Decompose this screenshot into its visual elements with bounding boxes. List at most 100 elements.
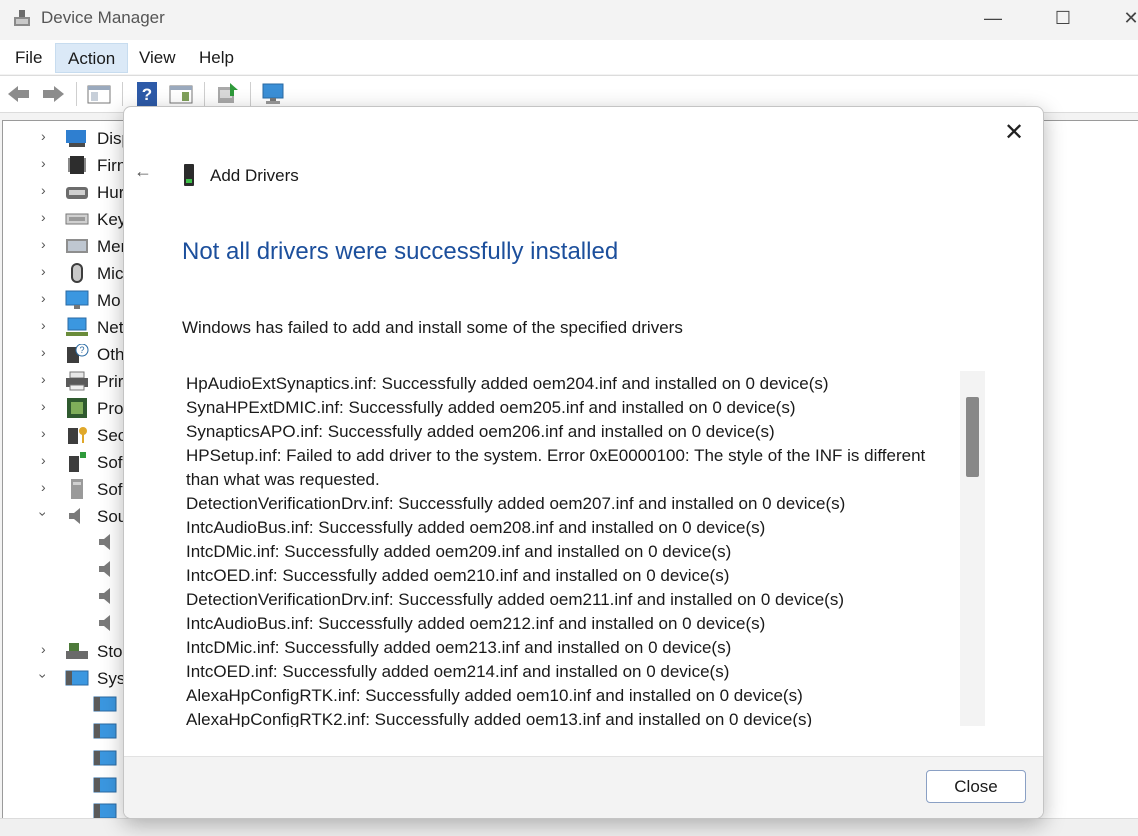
menu-bar: File Action View Help	[0, 40, 1138, 74]
monitor-icon	[65, 290, 89, 309]
tree-item-label: Key	[97, 210, 127, 229]
menu-view[interactable]: View	[132, 43, 183, 73]
maximize-button[interactable]: ☐	[1040, 2, 1086, 34]
log-line: IntcOED.inf: Successfully added oem214.i…	[186, 662, 730, 681]
chevron-right-icon[interactable]: ›	[41, 155, 46, 171]
svg-text:?: ?	[142, 85, 152, 104]
chevron-right-icon[interactable]: ›	[41, 371, 46, 387]
device-manager-icon	[14, 10, 30, 26]
chevron-right-icon[interactable]: ›	[41, 182, 46, 198]
minimize-button[interactable]: —	[970, 2, 1016, 34]
network-icon	[66, 317, 88, 336]
chevron-right-icon[interactable]: ›	[41, 398, 46, 414]
log-line: IntcAudioBus.inf: Successfully added oem…	[186, 614, 766, 633]
system-devices-icon	[65, 670, 89, 686]
speaker-icon[interactable]	[95, 532, 119, 552]
chevron-right-icon[interactable]: ›	[41, 425, 46, 441]
svg-text:?: ?	[79, 345, 84, 355]
chevron-right-icon[interactable]: ›	[41, 263, 46, 279]
add-drivers-dialog: ✕ ← Add Drivers Not all drivers were suc…	[123, 106, 1044, 819]
display-adapter-icon	[66, 130, 86, 147]
storage-icon	[66, 643, 88, 659]
system-device-icon[interactable]	[93, 775, 117, 795]
show-hide-console-tree-icon[interactable]	[86, 81, 112, 107]
hid-icon	[66, 187, 88, 199]
system-device-icon[interactable]	[93, 694, 117, 714]
chevron-right-icon[interactable]: ›	[41, 236, 46, 252]
speaker-icon[interactable]	[95, 586, 119, 606]
log-line: SynapticsAPO.inf: Successfully added oem…	[186, 422, 775, 441]
tree-item-label: Firn	[97, 156, 127, 175]
other-devices-icon: ?	[67, 344, 89, 363]
close-button[interactable]: Close	[926, 770, 1026, 803]
dialog-close-x-button[interactable]: ✕	[999, 117, 1029, 147]
processor-icon	[67, 398, 87, 418]
chevron-right-icon[interactable]: ›	[41, 452, 46, 468]
tree-item-label: Pro	[97, 399, 124, 418]
system-device-icon[interactable]	[93, 748, 117, 768]
log-line: AlexaHpConfigRTK2.inf: Successfully adde…	[186, 710, 813, 727]
tree-item-label: Hur	[97, 183, 125, 202]
tree-item-label: Net	[97, 318, 124, 337]
tree-item-label: Sys	[97, 669, 126, 688]
chevron-right-icon[interactable]: ›	[41, 344, 46, 360]
menu-action[interactable]: Action	[55, 43, 129, 73]
log-line: DetectionVerificationDrv.inf: Successful…	[186, 590, 845, 609]
chevron-down-icon[interactable]: ›	[35, 674, 51, 679]
menu-file[interactable]: File	[8, 43, 49, 73]
forward-arrow-icon[interactable]	[40, 81, 66, 107]
window-close-button[interactable]: ✕	[1108, 2, 1138, 34]
help-icon[interactable]: ?	[134, 81, 160, 107]
back-arrow-icon[interactable]	[6, 81, 32, 107]
firmware-icon	[68, 156, 86, 174]
action-pane-icon[interactable]	[168, 81, 194, 107]
keyboard-icon	[65, 213, 89, 225]
mouse-icon	[71, 263, 83, 283]
log-line: SynaHPExtDMIC.inf: Successfully added oe…	[186, 398, 796, 417]
sound-icon	[69, 508, 80, 524]
chevron-right-icon[interactable]: ›	[41, 290, 46, 306]
chevron-right-icon[interactable]: ›	[41, 641, 46, 657]
log-line: IntcAudioBus.inf: Successfully added oem…	[186, 518, 766, 537]
log-line: IntcDMic.inf: Successfully added oem213.…	[186, 638, 732, 657]
chevron-right-icon[interactable]: ›	[41, 479, 46, 495]
dialog-footer: Close	[124, 756, 1043, 818]
tree-item-label: Mo	[97, 291, 121, 310]
software-component-icon	[69, 452, 86, 472]
speaker-icon[interactable]	[95, 613, 119, 633]
chevron-right-icon[interactable]: ›	[41, 317, 46, 333]
log-line: IntcDMic.inf: Successfully added oem209.…	[186, 542, 732, 561]
menu-help[interactable]: Help	[192, 43, 241, 73]
update-driver-icon[interactable]	[214, 81, 240, 107]
log-line-error: HPSetup.inf: Failed to add driver to the…	[186, 446, 926, 489]
tree-item-label: Sofi	[97, 453, 127, 472]
chevron-down-icon[interactable]: ›	[35, 512, 51, 517]
security-icon	[68, 427, 87, 444]
log-scrollbar[interactable]	[960, 371, 985, 726]
scrollbar-thumb[interactable]	[966, 397, 979, 477]
speaker-icon[interactable]	[95, 559, 119, 579]
dialog-heading: Not all drivers were successfully instal…	[182, 238, 619, 265]
log-line: HpAudioExtSynaptics.inf: Successfully ad…	[186, 374, 829, 393]
chevron-right-icon[interactable]: ›	[41, 209, 46, 225]
system-device-icon[interactable]	[93, 721, 117, 741]
device-icon	[184, 164, 194, 186]
back-arrow-button[interactable]: ←	[134, 161, 156, 185]
status-bar	[0, 818, 1138, 836]
tree-item-label: Oth	[97, 345, 125, 364]
dialog-title: Add Drivers	[210, 166, 299, 185]
title-bar: Device Manager — ☐ ✕	[0, 0, 1138, 38]
tree-item-label: Prir	[97, 372, 124, 391]
chevron-right-icon[interactable]: ›	[41, 128, 46, 144]
printer-icon	[66, 371, 88, 391]
scan-hardware-changes-icon[interactable]	[260, 81, 286, 107]
tree-item-label: Sofi	[97, 480, 127, 499]
tree-item-label: Sec	[97, 426, 127, 445]
dialog-subtitle: Windows has failed to add and install so…	[182, 318, 683, 337]
window-title: Device Manager	[41, 8, 165, 27]
tree-item-label: Mer	[97, 237, 127, 256]
log-line: DetectionVerificationDrv.inf: Successful…	[186, 494, 846, 513]
log-line: AlexaHpConfigRTK.inf: Successfully added…	[186, 686, 803, 705]
software-device-icon	[71, 479, 83, 499]
tree-item-label: Mic	[97, 264, 124, 283]
